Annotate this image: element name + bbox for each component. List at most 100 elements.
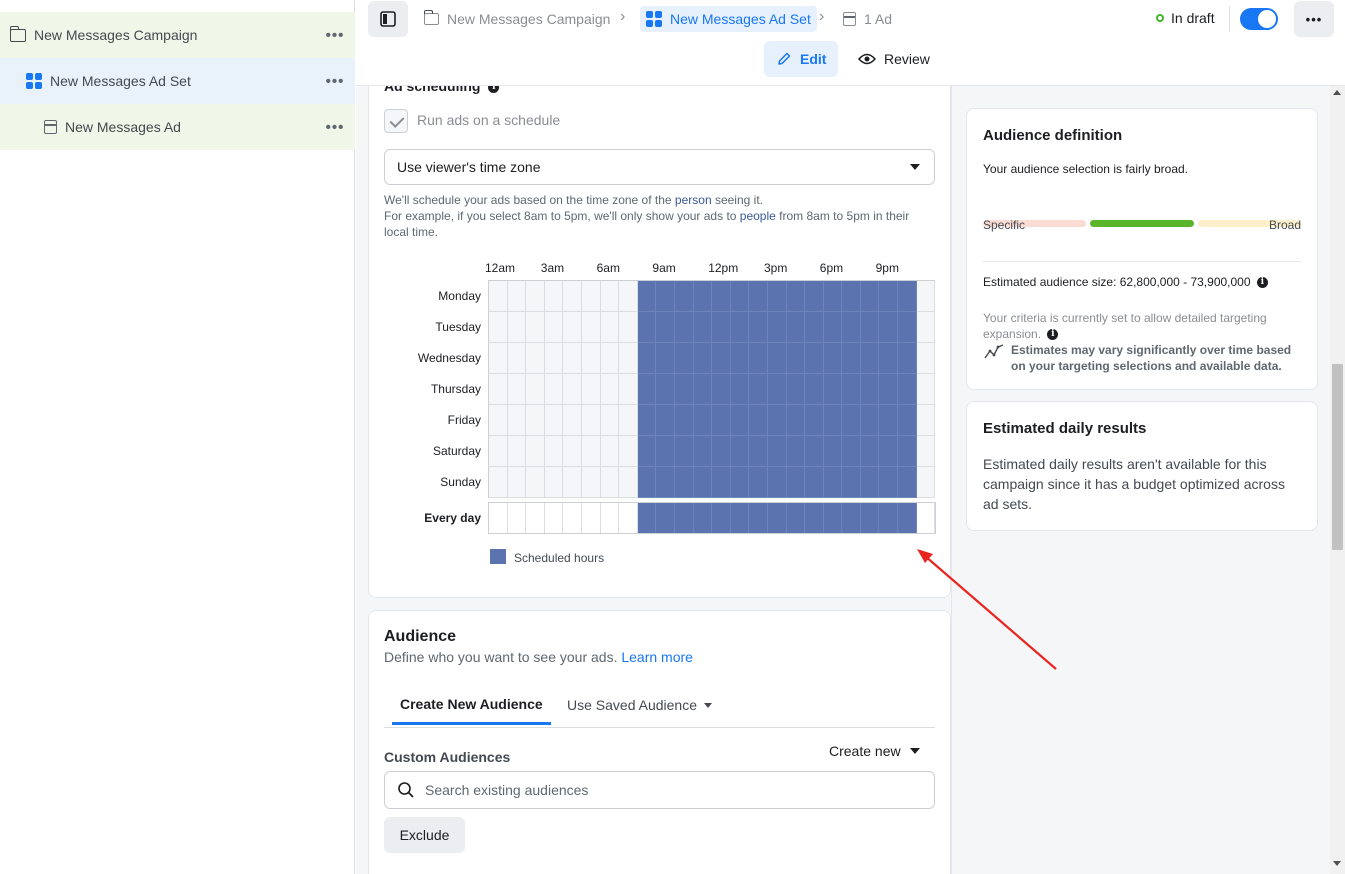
every-day-cell[interactable] [879, 503, 899, 533]
tab-review[interactable]: Review [846, 41, 942, 77]
schedule-cell[interactable] [786, 374, 806, 405]
every-day-cell[interactable] [637, 503, 657, 533]
schedule-cell[interactable] [712, 281, 731, 312]
schedule-cell[interactable] [656, 343, 675, 374]
info-icon[interactable]: i [1256, 277, 1268, 289]
tab-create-new-audience[interactable]: Create New Audience [392, 685, 551, 725]
schedule-cell[interactable] [712, 405, 731, 436]
schedule-cell[interactable] [656, 281, 675, 312]
schedule-cell[interactable] [805, 281, 824, 312]
schedule-cell[interactable] [489, 343, 508, 374]
schedule-cell[interactable] [526, 281, 545, 312]
schedule-cell[interactable] [805, 405, 824, 436]
breadcrumb-ad-set[interactable]: New Messages Ad Set [640, 6, 817, 32]
schedule-cell[interactable] [637, 467, 657, 498]
schedule-cell[interactable] [879, 436, 899, 467]
schedule-cell[interactable] [544, 405, 564, 436]
schedule-cell[interactable] [805, 312, 824, 343]
schedule-cell[interactable] [805, 467, 824, 498]
tab-use-saved-audience[interactable]: Use Saved Audience [567, 685, 712, 725]
schedule-cell[interactable] [842, 343, 861, 374]
schedule-cell[interactable] [712, 467, 731, 498]
schedule-cell[interactable] [563, 467, 582, 498]
breadcrumb-ads[interactable]: 1 Ad [843, 6, 892, 32]
schedule-cell[interactable] [544, 436, 564, 467]
schedule-cell[interactable] [860, 312, 880, 343]
schedule-cell[interactable] [879, 374, 899, 405]
schedule-cell[interactable] [693, 312, 713, 343]
schedule-cell[interactable] [674, 281, 694, 312]
schedule-cell[interactable] [898, 405, 917, 436]
schedule-cell[interactable] [507, 374, 527, 405]
schedule-cell[interactable] [489, 405, 508, 436]
every-day-cell[interactable] [656, 503, 675, 533]
schedule-cell[interactable] [916, 467, 936, 498]
schedule-cell[interactable] [823, 281, 843, 312]
schedule-cell[interactable] [749, 343, 768, 374]
tab-edit[interactable]: Edit [764, 41, 839, 77]
schedule-cell[interactable] [898, 343, 917, 374]
every-day-cell[interactable] [581, 503, 601, 533]
every-day-cell[interactable] [786, 503, 806, 533]
schedule-cell[interactable] [563, 312, 582, 343]
schedule-cell[interactable] [489, 467, 508, 498]
schedule-cell[interactable] [619, 312, 638, 343]
schedule-cell[interactable] [712, 374, 731, 405]
schedule-cell[interactable] [489, 436, 508, 467]
schedule-cell[interactable] [544, 281, 564, 312]
schedule-cell[interactable] [656, 312, 675, 343]
schedule-cell[interactable] [563, 281, 582, 312]
schedule-cell[interactable] [600, 436, 620, 467]
schedule-cell[interactable] [563, 343, 582, 374]
schedule-cell[interactable] [730, 312, 750, 343]
schedule-cell[interactable] [619, 374, 638, 405]
schedule-cell[interactable] [916, 312, 936, 343]
schedule-cell[interactable] [823, 405, 843, 436]
schedule-cell[interactable] [507, 467, 527, 498]
tree-item-campaign[interactable]: New Messages Campaign ••• [0, 12, 355, 58]
schedule-cell[interactable] [637, 343, 657, 374]
schedule-cell[interactable] [860, 436, 880, 467]
schedule-cell[interactable] [674, 467, 694, 498]
schedule-cell[interactable] [842, 374, 861, 405]
schedule-cell[interactable] [693, 467, 713, 498]
schedule-cell[interactable] [544, 312, 564, 343]
schedule-cell[interactable] [544, 343, 564, 374]
schedule-cell[interactable] [693, 281, 713, 312]
schedule-cell[interactable] [767, 343, 787, 374]
search-audiences-input[interactable]: Search existing audiences [384, 771, 935, 809]
every-day-cell[interactable] [823, 503, 843, 533]
schedule-cell[interactable] [674, 436, 694, 467]
schedule-cell[interactable] [656, 436, 675, 467]
schedule-cell[interactable] [712, 343, 731, 374]
schedule-cell[interactable] [563, 405, 582, 436]
schedule-cell[interactable] [674, 343, 694, 374]
schedule-cell[interactable] [730, 436, 750, 467]
every-day-cell[interactable] [563, 503, 582, 533]
schedule-cell[interactable] [879, 467, 899, 498]
people-link[interactable]: people [740, 209, 776, 223]
every-day-cell[interactable] [600, 503, 620, 533]
schedule-cell[interactable] [674, 405, 694, 436]
schedule-cell[interactable] [842, 312, 861, 343]
schedule-cell[interactable] [749, 281, 768, 312]
every-day-cell[interactable] [526, 503, 545, 533]
every-day-cell[interactable] [749, 503, 768, 533]
schedule-cell[interactable] [786, 281, 806, 312]
schedule-cell[interactable] [526, 312, 545, 343]
schedule-cell[interactable] [600, 281, 620, 312]
schedule-cell[interactable] [823, 467, 843, 498]
schedule-cell[interactable] [767, 281, 787, 312]
more-options-icon[interactable]: ••• [315, 27, 355, 44]
schedule-cell[interactable] [860, 281, 880, 312]
scroll-thumb[interactable] [1332, 364, 1343, 550]
schedule-cell[interactable] [749, 436, 768, 467]
schedule-cell[interactable] [526, 374, 545, 405]
schedule-cell[interactable] [916, 343, 936, 374]
schedule-cell[interactable] [823, 436, 843, 467]
schedule-cell[interactable] [507, 312, 527, 343]
schedule-cell[interactable] [823, 343, 843, 374]
schedule-grid[interactable] [488, 280, 936, 498]
time-zone-select[interactable]: Use viewer's time zone [384, 149, 935, 185]
schedule-cell[interactable] [637, 436, 657, 467]
